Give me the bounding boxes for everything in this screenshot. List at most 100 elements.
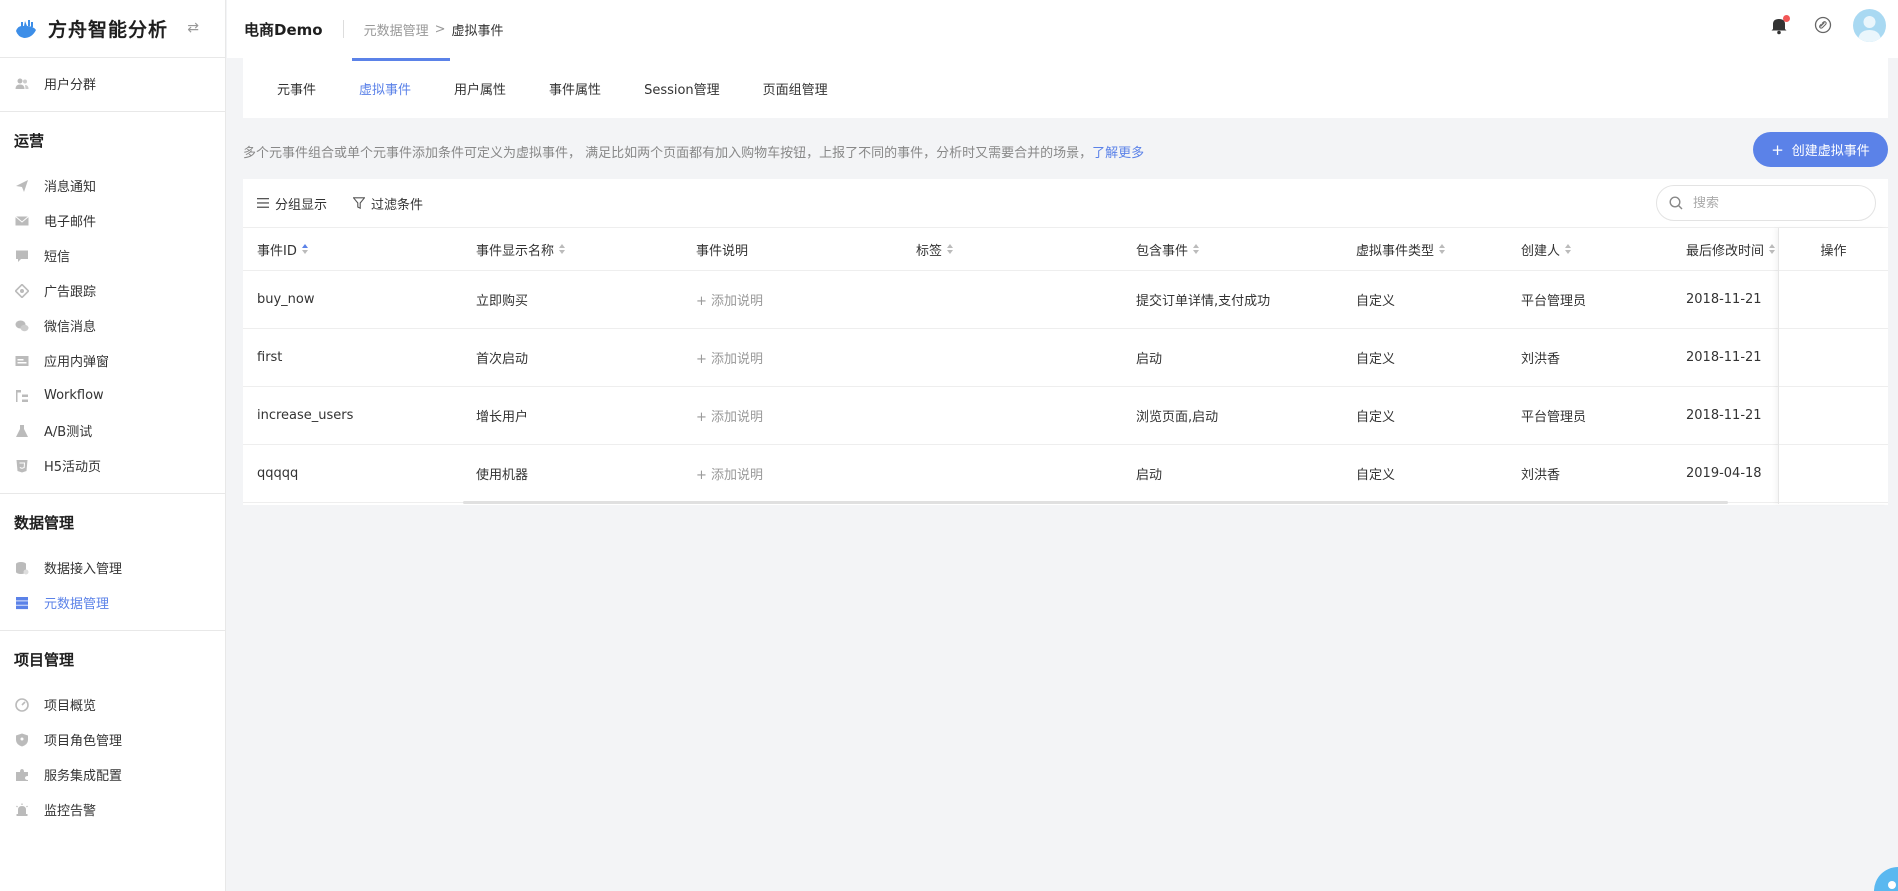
fixed-actions-column: 操作 bbox=[1778, 228, 1888, 504]
included-events-cell: 启动 bbox=[1136, 352, 1163, 367]
search-input[interactable] bbox=[1693, 195, 1853, 211]
sort-icon[interactable] bbox=[559, 244, 566, 254]
server-icon bbox=[14, 595, 30, 611]
sort-icon[interactable] bbox=[1193, 244, 1200, 254]
tab-event-properties[interactable]: 事件属性 bbox=[549, 58, 601, 118]
tab-page-groups[interactable]: 页面组管理 bbox=[763, 58, 828, 118]
tab-session-management[interactable]: Session管理 bbox=[644, 58, 720, 118]
event-id-cell: increase_users bbox=[257, 408, 354, 423]
sort-icon[interactable] bbox=[1439, 244, 1446, 254]
included-events-cell: 提交订单详情,支付成功 bbox=[1136, 294, 1271, 309]
row-actions-cell bbox=[1779, 445, 1888, 503]
add-description-link[interactable]: + 添加说明 bbox=[696, 387, 763, 444]
sidebar-item-wechat[interactable]: 微信消息 bbox=[0, 308, 225, 343]
workflow-icon bbox=[14, 388, 30, 404]
sidebar-group-data-management: 数据管理 bbox=[14, 513, 75, 532]
event-type-cell: 自定义 bbox=[1356, 352, 1396, 367]
sidebar-item-label: 监控告警 bbox=[44, 804, 97, 819]
swap-icon[interactable]: ⇄ bbox=[187, 20, 199, 36]
sidebar-item-project-roles[interactable]: 项目角色管理 bbox=[0, 722, 225, 757]
filter-button[interactable]: 过滤条件 bbox=[353, 194, 423, 213]
table-row[interactable]: qqqqq 使用机器 + 添加说明 启动 自定义 刘洪香 2019-04-18 bbox=[243, 445, 1888, 503]
row-actions-cell bbox=[1779, 387, 1888, 445]
group-display-button[interactable]: 分组显示 bbox=[257, 194, 327, 213]
sidebar: 方舟智能分析 ⇄ 用户分群 运营 消息通知 电子邮件 短信 广告跟踪 微信消息 … bbox=[0, 0, 226, 891]
table-row[interactable]: increase_users 增长用户 + 添加说明 浏览页面,启动 自定义 平… bbox=[243, 387, 1888, 445]
sidebar-item-service-integration[interactable]: 服务集成配置 bbox=[0, 757, 225, 792]
column-header-included-events[interactable]: 包含事件 bbox=[1136, 228, 1200, 270]
metadata-tabs: 元事件 虚拟事件 用户属性 事件属性 Session管理 页面组管理 bbox=[243, 58, 1888, 118]
sidebar-item-email[interactable]: 电子邮件 bbox=[0, 203, 225, 238]
add-description-link[interactable]: + 添加说明 bbox=[696, 445, 763, 502]
column-header-tags[interactable]: 标签 bbox=[916, 228, 954, 270]
creator-cell: 平台管理员 bbox=[1521, 410, 1587, 425]
column-header-display-name[interactable]: 事件显示名称 bbox=[476, 228, 566, 270]
sidebar-item-label: 应用内弹窗 bbox=[44, 355, 110, 370]
floating-helper-icon[interactable] bbox=[1872, 861, 1898, 891]
tab-virtual-events[interactable]: 虚拟事件 bbox=[359, 58, 411, 118]
filter-label: 过滤条件 bbox=[371, 197, 424, 213]
create-virtual-event-button[interactable]: + 创建虚拟事件 bbox=[1753, 132, 1888, 167]
sidebar-item-h5-page[interactable]: H5活动页 bbox=[0, 448, 225, 483]
column-header-virtual-event-type[interactable]: 虚拟事件类型 bbox=[1356, 228, 1446, 270]
sort-icon[interactable] bbox=[1565, 244, 1572, 254]
mail-icon bbox=[14, 213, 30, 229]
event-type-cell: 自定义 bbox=[1356, 294, 1396, 309]
sidebar-group-project-management: 项目管理 bbox=[14, 650, 75, 669]
brand-name: 方舟智能分析 bbox=[48, 19, 169, 41]
sort-icon[interactable] bbox=[947, 244, 954, 254]
sidebar-item-metadata[interactable]: 元数据管理 bbox=[0, 585, 225, 620]
ark-logo-icon bbox=[16, 19, 36, 38]
column-header-actions: 操作 bbox=[1779, 228, 1888, 271]
sidebar-item-project-overview[interactable]: 项目概览 bbox=[0, 687, 225, 722]
learn-more-link[interactable]: 了解更多 bbox=[1092, 146, 1144, 161]
breadcrumb-parent[interactable]: 元数据管理 bbox=[364, 20, 429, 39]
html5-icon bbox=[14, 458, 30, 474]
breadcrumb-current: 虚拟事件 bbox=[451, 23, 504, 39]
search-box[interactable] bbox=[1656, 185, 1876, 221]
user-avatar[interactable] bbox=[1853, 9, 1886, 42]
popup-icon bbox=[14, 353, 30, 369]
avatar-person-icon bbox=[1858, 16, 1881, 42]
sidebar-item-in-app-popup[interactable]: 应用内弹窗 bbox=[0, 343, 225, 378]
tab-meta-events[interactable]: 元事件 bbox=[277, 58, 316, 118]
horizontal-scrollbar[interactable] bbox=[463, 501, 1728, 504]
tab-user-properties[interactable]: 用户属性 bbox=[454, 58, 506, 118]
event-type-cell: 自定义 bbox=[1356, 468, 1396, 483]
column-header-event-id[interactable]: 事件ID bbox=[257, 228, 308, 270]
sidebar-item-monitoring-alerts[interactable]: 监控告警 bbox=[0, 792, 225, 827]
column-header-last-modified[interactable]: 最后修改时间 bbox=[1686, 228, 1776, 270]
target-icon bbox=[14, 283, 30, 299]
puzzle-icon bbox=[14, 767, 30, 783]
event-id-cell: first bbox=[257, 350, 283, 365]
shield-icon bbox=[14, 732, 30, 748]
sidebar-item-data-ingestion[interactable]: 数据接入管理 bbox=[0, 550, 225, 585]
display-name-cell: 使用机器 bbox=[476, 468, 529, 483]
sidebar-group-operations: 运营 bbox=[14, 131, 45, 150]
breadcrumb-separator: > bbox=[434, 21, 446, 37]
create-button-label: 创建虚拟事件 bbox=[1791, 144, 1870, 159]
alarm-icon bbox=[14, 802, 30, 818]
table-toolbar: 分组显示 过滤条件 bbox=[243, 179, 1888, 228]
sidebar-item-label: 广告跟踪 bbox=[44, 285, 97, 300]
sidebar-item-workflow[interactable]: Workflow bbox=[0, 378, 225, 413]
sidebar-item-label: Workflow bbox=[44, 388, 104, 403]
add-description-link[interactable]: + 添加说明 bbox=[696, 329, 763, 386]
add-description-link[interactable]: + 添加说明 bbox=[696, 271, 763, 328]
table-row[interactable]: buy_now 立即购买 + 添加说明 提交订单详情,支付成功 自定义 平台管理… bbox=[243, 271, 1888, 329]
link-icon[interactable] bbox=[1814, 16, 1832, 34]
sort-icon[interactable] bbox=[1769, 244, 1776, 254]
sidebar-item-ad-tracking[interactable]: 广告跟踪 bbox=[0, 273, 225, 308]
send-icon bbox=[14, 178, 30, 194]
sidebar-item-user-segments[interactable]: 用户分群 bbox=[0, 66, 225, 101]
sort-icon[interactable] bbox=[301, 244, 308, 254]
sidebar-item-sms[interactable]: 短信 bbox=[0, 238, 225, 273]
sidebar-item-ab-test[interactable]: A/B测试 bbox=[0, 413, 225, 448]
table-row[interactable]: first 首次启动 + 添加说明 启动 自定义 刘洪香 2018-11-21 bbox=[243, 329, 1888, 387]
project-switcher[interactable]: 电商Demo bbox=[244, 19, 323, 40]
users-icon bbox=[14, 76, 30, 92]
column-header-creator[interactable]: 创建人 bbox=[1521, 228, 1572, 270]
sidebar-item-notifications[interactable]: 消息通知 bbox=[0, 168, 225, 203]
sidebar-item-label: 消息通知 bbox=[44, 180, 97, 195]
notification-dot bbox=[1783, 15, 1790, 22]
